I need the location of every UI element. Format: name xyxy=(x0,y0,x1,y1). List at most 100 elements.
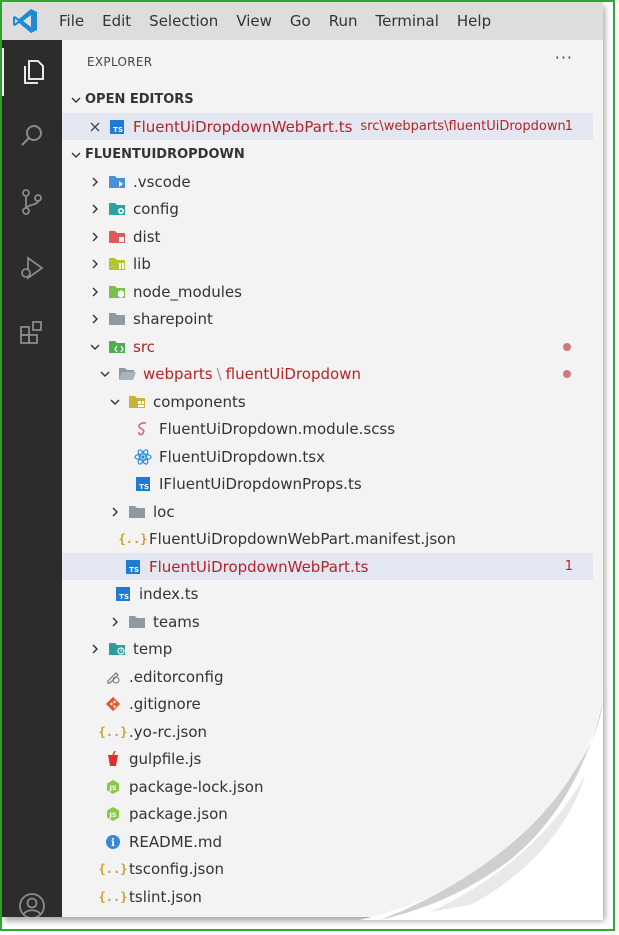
chevron-right-icon xyxy=(106,503,124,521)
run-debug-activity-button[interactable] xyxy=(2,244,62,292)
chevron-right-icon xyxy=(86,228,104,246)
chevron-down-icon xyxy=(67,146,85,164)
tree-folder-vscode[interactable]: .vscode xyxy=(62,168,593,195)
folder-name: loc xyxy=(153,502,175,521)
problems-count-badge: 1 xyxy=(564,559,573,574)
explorer-sidebar: EXPLORER ··· OPEN EDITORS TS FluentUiDro… xyxy=(62,40,603,917)
file-name: package.json xyxy=(129,804,228,823)
file-name: tsconfig.json xyxy=(129,859,225,878)
vscode-folder-icon xyxy=(108,173,126,191)
file-name: FluentUiDropdown.tsx xyxy=(159,447,325,466)
tree-file-yorc-json[interactable]: {..} .yo-rc.json xyxy=(62,718,593,745)
tree-file-module-scss[interactable]: FluentUiDropdown.module.scss xyxy=(62,415,593,442)
explorer-activity-button[interactable] xyxy=(2,48,62,96)
folder-name: config xyxy=(133,199,179,218)
section-title: FLUENTUIDROPDOWN xyxy=(85,147,245,162)
tree-file-props-ts[interactable]: TS IFluentUiDropdownProps.ts xyxy=(62,470,593,497)
tree-folder-config[interactable]: config xyxy=(62,195,593,222)
chevron-down-icon xyxy=(106,393,124,411)
account-icon xyxy=(19,893,45,917)
tree-file-tslint[interactable]: {..} tslint.json xyxy=(62,883,593,910)
tree-folder-temp[interactable]: temp xyxy=(62,635,593,662)
more-actions-button[interactable]: ··· xyxy=(555,48,573,67)
menu-go[interactable]: Go xyxy=(281,2,320,40)
info-file-icon: i xyxy=(104,833,122,851)
tree-file-webpart-ts[interactable]: TS FluentUiDropdownWebPart.ts 1 xyxy=(62,553,593,580)
tree-file-gulpfile[interactable]: gulpfile.js xyxy=(62,745,593,772)
svg-text:JS: JS xyxy=(108,784,116,792)
tree-folder-webparts[interactable]: webparts \ fluentUiDropdown xyxy=(62,360,593,387)
folder-icon xyxy=(128,503,146,521)
tree-file-tsx[interactable]: FluentUiDropdown.tsx xyxy=(62,443,593,470)
chevron-right-icon xyxy=(86,640,104,658)
tree-folder-teams[interactable]: teams xyxy=(62,608,593,635)
source-control-activity-button[interactable] xyxy=(2,178,62,226)
explorer-title: EXPLORER xyxy=(87,55,153,69)
tree-file-gitignore[interactable]: .gitignore xyxy=(62,690,593,717)
sass-file-icon xyxy=(134,420,152,438)
problems-count-badge: 1 xyxy=(564,119,573,134)
file-name: FluentUiDropdown.module.scss xyxy=(159,419,396,438)
typescript-file-icon: TS xyxy=(114,585,132,603)
tree-file-editorconfig[interactable]: .editorconfig xyxy=(62,663,593,690)
chevron-down-icon xyxy=(96,365,114,383)
chevron-right-icon xyxy=(106,613,124,631)
path-separator: \ xyxy=(216,364,222,383)
chevron-right-icon xyxy=(86,283,104,301)
close-icon[interactable] xyxy=(86,118,104,136)
file-name: FluentUiDropdownWebPart.manifest.json xyxy=(149,529,456,548)
tree-file-manifest-json[interactable]: {..} FluentUiDropdownWebPart.manifest.js… xyxy=(62,525,593,552)
chevron-right-icon xyxy=(86,200,104,218)
components-folder-open-icon xyxy=(128,393,146,411)
tree-file-tsconfig[interactable]: {..} tsconfig.json xyxy=(62,855,593,882)
file-name: FluentUiDropdownWebPart.ts xyxy=(149,557,369,576)
vscode-logo-icon xyxy=(13,9,37,33)
menu-terminal[interactable]: Terminal xyxy=(367,2,448,40)
activity-bar xyxy=(2,40,62,917)
menu-bar: File Edit Selection View Go Run Terminal… xyxy=(2,2,603,40)
react-file-icon xyxy=(134,448,152,466)
tree-folder-lib[interactable]: lib xyxy=(62,250,593,277)
chevron-down-icon xyxy=(67,91,85,109)
tree-folder-sharepoint[interactable]: sharepoint xyxy=(62,305,593,332)
menu-edit[interactable]: Edit xyxy=(93,2,140,40)
file-name: .yo-rc.json xyxy=(129,722,208,741)
nodejs-file-icon: JS xyxy=(104,778,122,796)
temp-folder-icon xyxy=(108,640,126,658)
source-control-icon xyxy=(22,189,42,215)
project-section-header[interactable]: FLUENTUIDROPDOWN xyxy=(62,141,593,168)
folder-name: dist xyxy=(133,227,161,246)
menu-help[interactable]: Help xyxy=(448,2,500,40)
tree-folder-node-modules[interactable]: node_modules xyxy=(62,278,593,305)
search-activity-button[interactable] xyxy=(2,112,62,160)
folder-open-icon xyxy=(118,365,136,383)
lib-folder-icon xyxy=(108,255,126,273)
menu-file[interactable]: File xyxy=(50,2,93,40)
files-icon xyxy=(24,60,44,84)
menu-view[interactable]: View xyxy=(227,2,281,40)
folder-name: .vscode xyxy=(133,172,191,191)
open-editor-item[interactable]: TS FluentUiDropdownWebPart.ts src\webpar… xyxy=(62,113,593,140)
chevron-right-icon xyxy=(86,310,104,328)
folder-icon xyxy=(108,310,126,328)
nodejs-file-icon: JS xyxy=(104,805,122,823)
extensions-activity-button[interactable] xyxy=(2,308,62,356)
tree-file-index-ts[interactable]: TS index.ts xyxy=(62,580,593,607)
menu-selection[interactable]: Selection xyxy=(140,2,227,40)
tree-folder-dist[interactable]: dist xyxy=(62,223,593,250)
config-folder-icon xyxy=(108,200,126,218)
folder-name: webparts xyxy=(143,364,213,383)
accounts-activity-button[interactable] xyxy=(2,882,62,917)
tree-file-package-json[interactable]: JS package.json xyxy=(62,800,593,827)
tree-folder-components[interactable]: components xyxy=(62,388,593,415)
chevron-right-icon xyxy=(86,255,104,273)
tree-file-package-lock[interactable]: JS package-lock.json xyxy=(62,773,593,800)
menu-run[interactable]: Run xyxy=(320,2,367,40)
gulp-file-icon xyxy=(104,750,122,768)
tree-folder-src[interactable]: src xyxy=(62,333,593,360)
tree-file-readme[interactable]: i README.md xyxy=(62,828,593,855)
chevron-right-icon xyxy=(86,173,104,191)
typescript-file-icon: TS xyxy=(134,475,152,493)
tree-folder-loc[interactable]: loc xyxy=(62,498,593,525)
open-editors-section-header[interactable]: OPEN EDITORS xyxy=(62,86,593,113)
